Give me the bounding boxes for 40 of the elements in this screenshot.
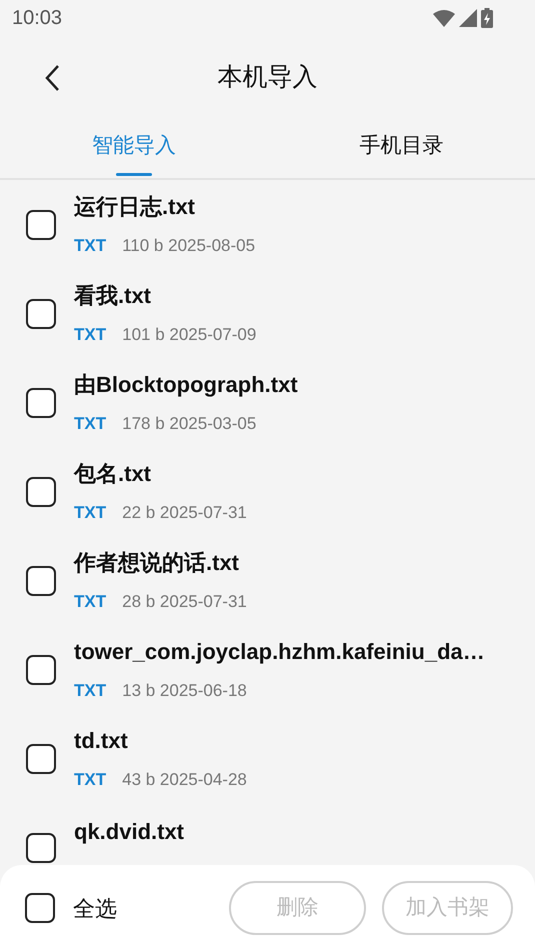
file-name: 由Blocktopograph.txt (74, 371, 298, 400)
file-meta: 178 b 2025-03-05 (122, 413, 256, 436)
file-type: TXT (74, 502, 106, 524)
page-title: 本机导入 (218, 62, 318, 94)
status-time: 10:03 (12, 6, 62, 31)
select-all-checkbox[interactable] (25, 893, 55, 923)
checkbox[interactable] (26, 298, 56, 328)
signal-icon (459, 9, 477, 27)
checkbox[interactable] (26, 654, 56, 684)
file-name: 作者想说的话.txt (74, 549, 240, 578)
file-type: TXT (74, 324, 106, 346)
file-type: TXT (74, 235, 106, 258)
checkbox[interactable] (26, 388, 56, 418)
tab[interactable]: 智能导入 (92, 130, 176, 173)
checkbox[interactable] (26, 744, 56, 774)
file-name: 包名.txt (74, 460, 152, 488)
file-name: qk.dvid.txt (74, 818, 184, 846)
file-meta: 28 b 2025-07-31 (122, 591, 247, 614)
file-name: tower_com.joyclap.hzhm.kafeiniu_da… (74, 638, 485, 666)
checkbox[interactable] (26, 832, 56, 862)
file-name: 运行日志.txt (74, 193, 196, 222)
file-name: td.txt (74, 727, 129, 756)
checkbox[interactable] (26, 210, 56, 240)
file-meta: 43 b 2025-04-28 (122, 769, 247, 792)
file-meta: 110 b 2025-08-05 (122, 235, 256, 258)
checkbox[interactable] (26, 566, 56, 596)
file-meta: 101 b 2025-07-09 (122, 324, 256, 346)
file-name: 看我.txt (74, 282, 152, 310)
checkbox[interactable] (26, 476, 56, 506)
file-meta: 22 b 2025-07-31 (122, 502, 247, 524)
tab[interactable]: 手机目录 (359, 130, 444, 173)
battery-icon (481, 8, 493, 28)
file-meta: 13 b 2025-06-18 (122, 680, 247, 702)
file-type: TXT (74, 591, 106, 614)
file-type: TXT (74, 680, 106, 702)
wifi-icon (433, 9, 455, 27)
file-type: TXT (74, 413, 106, 436)
file-type: TXT (74, 769, 106, 792)
back-icon[interactable] (44, 64, 60, 92)
select-all-label: 全选 (73, 894, 117, 922)
